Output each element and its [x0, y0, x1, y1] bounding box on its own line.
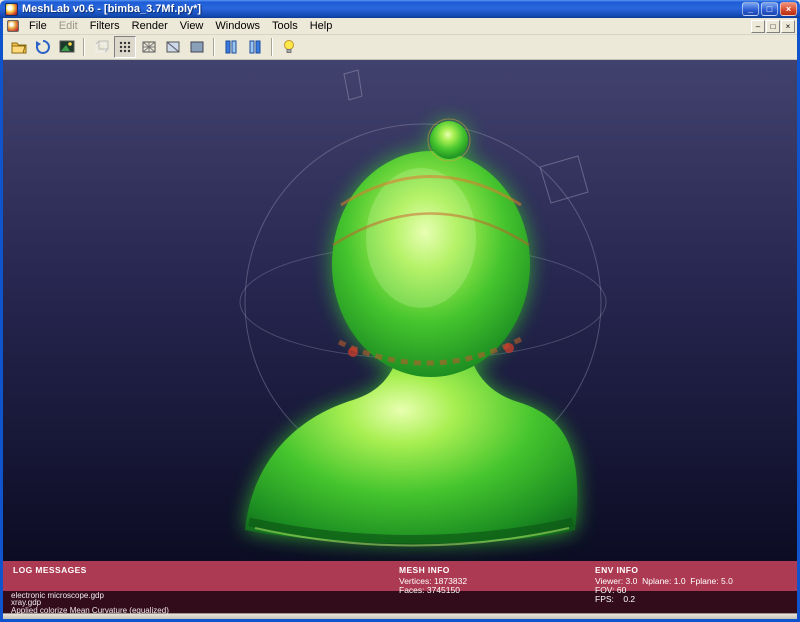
- backface-icon: [223, 39, 239, 55]
- wireframe-button[interactable]: [138, 36, 160, 58]
- doubleside-button[interactable]: [244, 36, 266, 58]
- env-info-header: ENV INFO: [595, 565, 733, 575]
- meshlab-app-icon: [5, 3, 18, 16]
- menu-help[interactable]: Help: [304, 19, 339, 33]
- minimize-button[interactable]: _: [742, 2, 759, 16]
- flat-button[interactable]: [186, 36, 208, 58]
- title-bar[interactable]: MeshLab v0.6 - [bimba_3.7Mf.ply*] _ □ ×: [0, 0, 800, 18]
- menu-tools[interactable]: Tools: [266, 19, 304, 33]
- log-line: Applied colorize Mean Curvature (equaliz…: [11, 607, 797, 614]
- window-title: MeshLab v0.6 - [bimba_3.7Mf.ply*]: [22, 3, 742, 15]
- env-info-block: ENV INFO Viewer: 3.0 Nplane: 1.0 Fplane:…: [595, 565, 733, 604]
- doubleside-icon: [247, 39, 263, 55]
- toolbar-separator: [83, 38, 85, 56]
- log-messages-header: LOG MESSAGES: [13, 565, 87, 575]
- bbox-icon: [93, 39, 109, 55]
- hiddenline-button[interactable]: [162, 36, 184, 58]
- mesh-info-header: MESH INFO: [399, 565, 467, 575]
- bbox-button[interactable]: [90, 36, 112, 58]
- maximize-button[interactable]: □: [761, 2, 778, 16]
- document-icon: [7, 20, 19, 32]
- bust-hair-bun: [430, 121, 468, 159]
- light-button[interactable]: [278, 36, 300, 58]
- mdi-restore-button[interactable]: □: [766, 20, 780, 33]
- menu-filters[interactable]: Filters: [84, 19, 126, 33]
- open-button[interactable]: [8, 36, 30, 58]
- snapshot-button[interactable]: [56, 36, 78, 58]
- meshlab-window: MeshLab v0.6 - [bimba_3.7Mf.ply*] _ □ × …: [0, 0, 800, 622]
- window-frame: File Edit Filters Render View Windows To…: [0, 18, 800, 622]
- light-icon: [281, 39, 297, 55]
- mesh-scene: [3, 60, 797, 561]
- mdi-minimize-button[interactable]: –: [751, 20, 765, 33]
- faces-count: Faces: 3745150: [399, 586, 467, 595]
- menu-bar: File Edit Filters Render View Windows To…: [3, 18, 797, 35]
- menu-render[interactable]: Render: [126, 19, 174, 33]
- points-button[interactable]: [114, 36, 136, 58]
- status-bar: LOG MESSAGES MESH INFO Vertices: 1873832…: [3, 561, 797, 591]
- hiddenline-icon: [165, 39, 181, 55]
- log-messages-header-block: LOG MESSAGES: [13, 565, 87, 577]
- flat-icon: [189, 39, 205, 55]
- reload-button[interactable]: [32, 36, 54, 58]
- backface-button[interactable]: [220, 36, 242, 58]
- menu-windows[interactable]: Windows: [209, 19, 266, 33]
- toolbar-separator: [213, 38, 215, 56]
- close-button[interactable]: ×: [780, 2, 797, 16]
- fps-value: FPS: 0.2: [595, 595, 733, 604]
- reload-icon: [35, 39, 51, 55]
- toolbar-separator: [271, 38, 273, 56]
- wireframe-icon: [141, 39, 157, 55]
- toolbar: [3, 35, 797, 60]
- mesh-info-block: MESH INFO Vertices: 1873832 Faces: 37451…: [399, 565, 467, 595]
- 3d-viewport[interactable]: [3, 60, 797, 561]
- mdi-close-button[interactable]: ×: [781, 20, 795, 33]
- menu-view[interactable]: View: [174, 19, 210, 33]
- open-icon: [11, 39, 27, 55]
- points-icon: [117, 39, 133, 55]
- snapshot-icon: [59, 39, 75, 55]
- menu-file[interactable]: File: [23, 19, 53, 33]
- menu-edit[interactable]: Edit: [53, 19, 84, 33]
